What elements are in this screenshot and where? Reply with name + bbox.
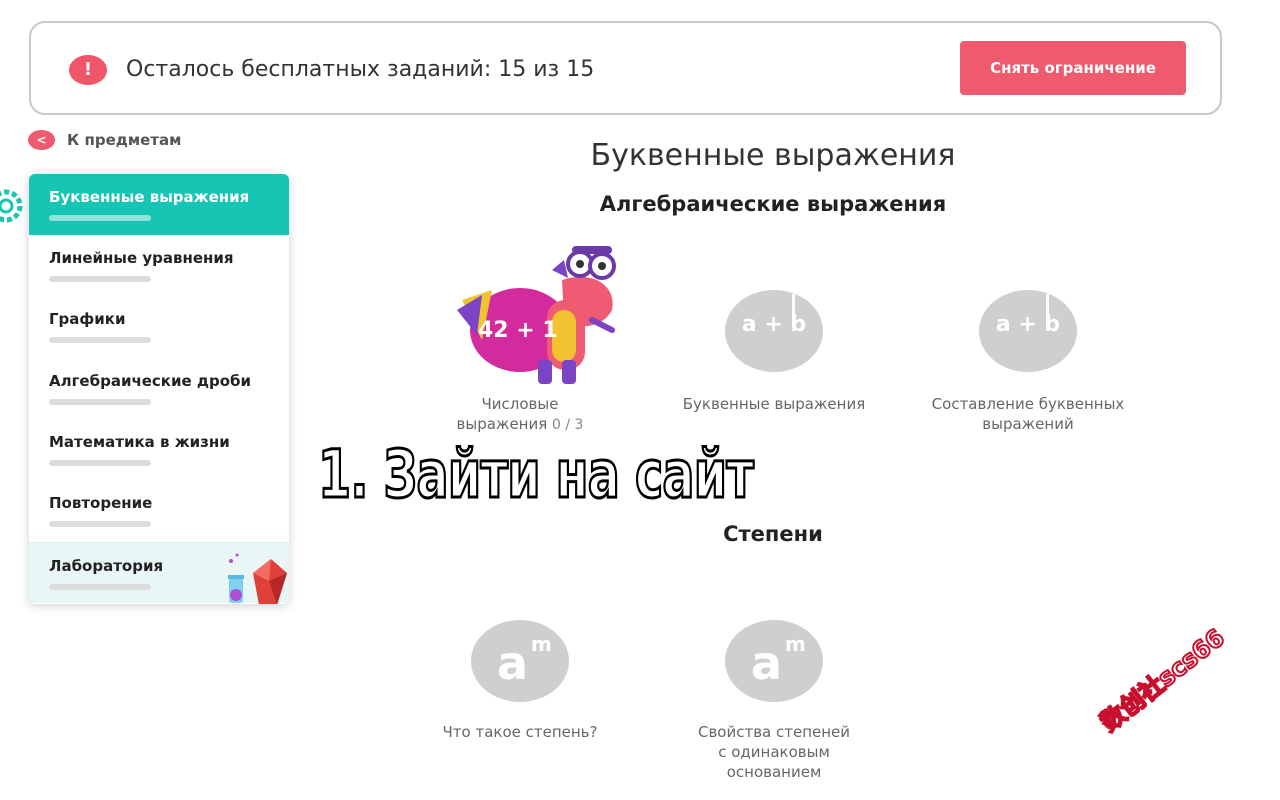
letter-expressions-icon: a + b (725, 290, 823, 372)
sidebar-item-label: Алгебраические дроби (49, 372, 252, 390)
topic-what-is-power[interactable]: a m Что такое степень? (405, 620, 635, 750)
icon-glyph-exponent: m (531, 632, 552, 656)
topic-caption-line2: с одинаковым (718, 743, 830, 761)
progress-bar (49, 521, 151, 527)
sidebar-item-laboratory[interactable]: Лаборатория (29, 542, 289, 604)
topic-caption-line1: Что такое степень? (442, 723, 598, 741)
topic-power-properties[interactable]: a m Свойства степеней с одинаковым основ… (659, 620, 889, 790)
free-tasks-message: Осталось бесплатных заданий: 15 из 15 (126, 57, 595, 82)
icon-glyph-divider (1046, 294, 1049, 328)
chevron-left-icon: < (28, 130, 55, 150)
progress-bar (49, 460, 151, 466)
topic-caption-line2: выражений (982, 415, 1074, 433)
alert-icon: ! (69, 55, 107, 85)
icon-glyph-exponent: m (785, 632, 806, 656)
back-to-subjects-link[interactable]: < К предметам (28, 129, 181, 151)
composing-expressions-icon: a + b (979, 290, 1077, 372)
progress-bar (49, 337, 151, 343)
laboratory-flask-icon (228, 553, 287, 604)
sidebar-item-label: Графики (49, 310, 126, 328)
topic-score: 0 / 3 (552, 417, 584, 433)
icon-glyph-divider (792, 294, 795, 328)
topic-caption-line1: Составление буквенных (931, 395, 1125, 413)
topic-composing-letter-expressions[interactable]: a + b Составление буквенных выражений (913, 290, 1143, 440)
watermark-text: 数创社scs66 (1095, 622, 1231, 737)
power-icon: a m (471, 620, 569, 702)
numeric-expressions-icon-label: 42 + 1 (478, 318, 558, 343)
sidebar-item-label: Повторение (49, 494, 153, 512)
power-properties-icon: a m (725, 620, 823, 702)
icon-glyph-text: a + b (995, 312, 1061, 337)
icon-glyph-base: a (497, 636, 529, 690)
sidebar-item-graphs[interactable]: Графики (29, 296, 289, 357)
topic-caption-line1: Свойства степеней (697, 723, 851, 741)
icon-glyph-base: a (751, 636, 783, 690)
gear-icon (0, 189, 23, 223)
progress-bar (49, 399, 151, 405)
topic-caption-text: выражения (456, 415, 548, 433)
sidebar-item-label: Линейные уравнения (49, 249, 234, 267)
free-tasks-banner: ! Осталось бесплатных заданий: 15 из 15 … (29, 21, 1222, 115)
sidebar-item-math-in-life[interactable]: Математика в жизни (29, 419, 289, 480)
section-title-powers: Степени (723, 522, 823, 546)
instruction-overlay-text: 1. Зайти на сайт (317, 435, 755, 515)
section-title-algebraic-expressions: Алгебраические выражения (599, 192, 947, 216)
sidebar-item-label: Лаборатория (49, 557, 164, 575)
topic-letter-expressions[interactable]: a + b Буквенные выражения (659, 290, 889, 420)
sidebar-item-algebraic-fractions[interactable]: Алгебраические дроби (29, 358, 289, 419)
sidebar-item-letter-expressions[interactable]: Буквенные выражения (29, 174, 289, 235)
progress-bar (49, 584, 151, 590)
page-title: Буквенные выражения (590, 138, 956, 173)
progress-bar (49, 276, 151, 282)
sidebar-item-label: Математика в жизни (49, 433, 230, 451)
topic-caption-line1: Числовые (481, 395, 559, 413)
sidebar-item-review[interactable]: Повторение (29, 480, 289, 541)
topic-caption-line3: основанием (726, 763, 822, 781)
sidebar-item-linear-equations[interactable]: Линейные уравнения (29, 235, 289, 296)
icon-glyph-text: a + b (741, 312, 807, 337)
remove-limit-button[interactable]: Снять ограничение (960, 41, 1186, 95)
sidebar-item-label: Буквенные выражения (49, 188, 250, 206)
topic-caption-line1: Буквенные выражения (682, 395, 866, 413)
progress-bar (49, 215, 151, 221)
back-link-label: К предметам (67, 131, 182, 149)
topics-sidebar: Буквенные выражения Линейные уравнения Г… (29, 174, 289, 604)
dinosaur-mascot-icon (457, 246, 616, 384)
topic-caption-line2: выражения 0 / 3 (405, 414, 635, 435)
